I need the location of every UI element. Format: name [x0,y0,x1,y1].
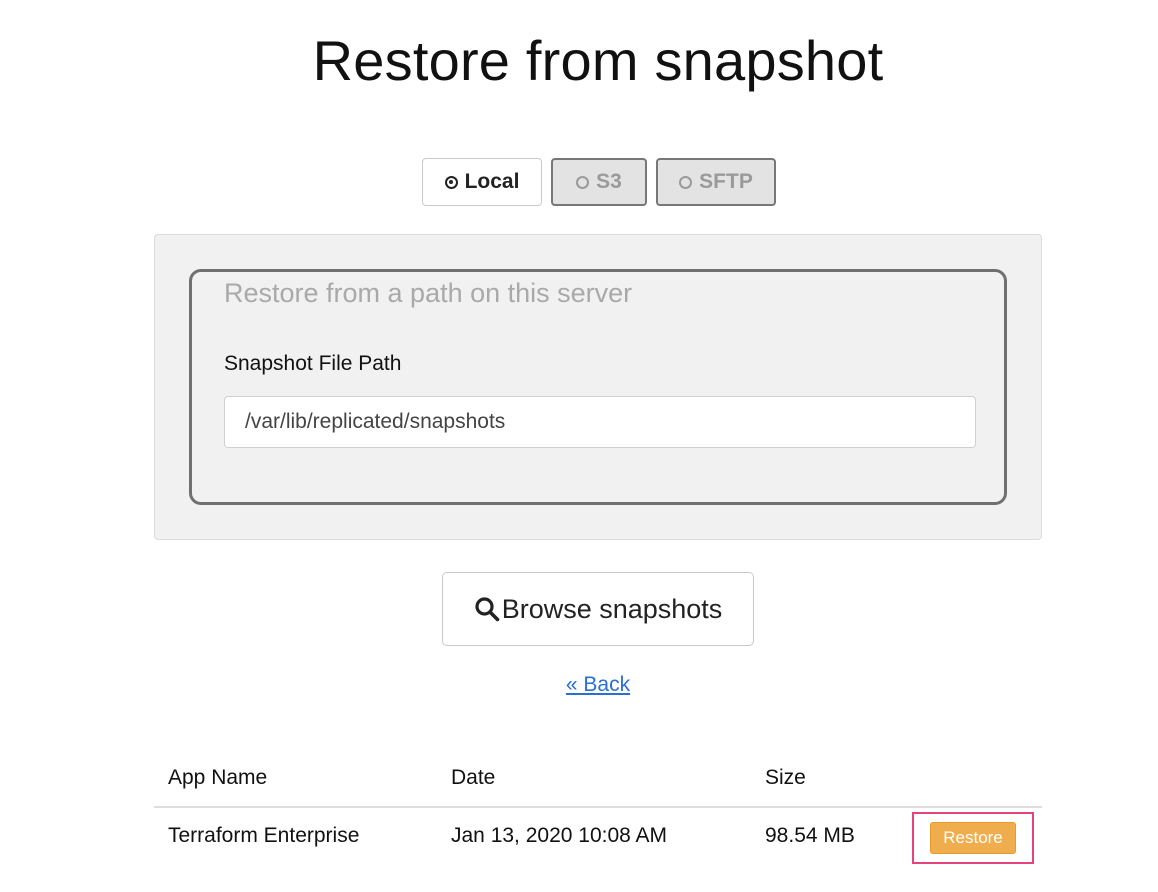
cell-date: Jan 13, 2020 10:08 AM [451,824,667,847]
back-link-container: « Back [0,673,1158,697]
restore-highlight: Restore [912,812,1034,864]
restore-button[interactable]: Restore [930,822,1016,854]
snapshot-source-toggle: Local S3 SFTP [422,158,776,206]
column-header-size: Size [765,766,806,789]
local-path-fieldset: Restore from a path on this server Snaps… [189,269,1007,505]
cell-size: 98.54 MB [765,824,855,847]
column-header-date: Date [451,766,496,789]
radio-unchecked-icon [679,175,693,189]
fieldset-legend: Restore from a path on this server [224,278,633,308]
back-link[interactable]: « Back [566,673,630,696]
table-row: Terraform Enterprise Jan 13, 2020 10:08 … [154,808,1042,868]
snapshots-table: App Name Date Size Terraform Enterprise … [154,758,1042,868]
source-option-label: Local [464,170,520,193]
source-option-label: SFTP [699,170,753,193]
source-option-label: S3 [596,170,622,193]
source-option-local[interactable]: Local [422,158,542,206]
browse-snapshots-label: Browse snapshots [501,593,723,624]
search-icon [475,597,499,622]
page-title: Restore from snapshot [312,29,884,92]
column-header-app-name: App Name [168,766,268,789]
snapshot-path-label: Snapshot File Path [224,352,402,375]
table-header: App Name Date Size [154,758,1042,808]
radio-unchecked-icon [576,175,590,189]
browse-snapshots-button[interactable]: Browse snapshots [442,572,754,646]
cell-app-name: Terraform Enterprise [168,824,360,847]
local-source-panel: Restore from a path on this server Snaps… [154,234,1042,540]
source-option-sftp[interactable]: SFTP [656,158,776,206]
source-option-s3[interactable]: S3 [551,158,647,206]
snapshot-path-input[interactable] [224,396,976,448]
radio-checked-icon [444,175,458,189]
